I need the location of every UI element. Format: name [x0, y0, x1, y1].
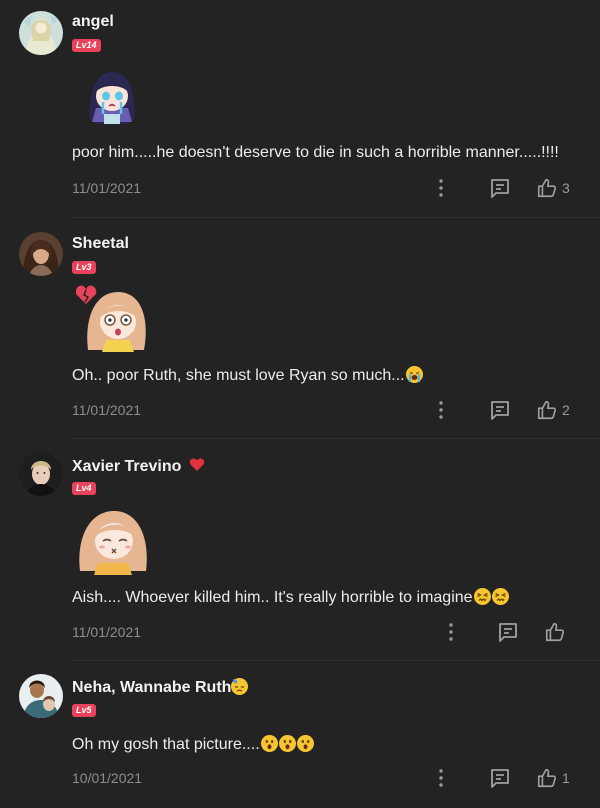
username-text: Xavier Trevino [72, 458, 182, 475]
username-text: Neha, Wannabe Ruth [72, 679, 232, 696]
reply-comment-icon[interactable] [488, 766, 512, 790]
more-options-icon[interactable] [436, 400, 446, 420]
thumbs-up-icon [545, 622, 565, 642]
comment-text-content: Oh.. poor Ruth, she must love Ryan so mu… [72, 367, 405, 384]
avatar[interactable] [19, 452, 63, 496]
like-button[interactable] [544, 620, 570, 644]
thumbs-up-icon [537, 178, 557, 198]
level-badge: Lv14 [72, 39, 101, 52]
like-button[interactable]: 3 [536, 176, 570, 200]
thumbs-up-icon [537, 768, 557, 788]
hushed-face-emoji [278, 735, 296, 752]
comment-date: 11/01/2021 [72, 624, 142, 640]
sticker-crying-girl [76, 58, 148, 130]
comment-date: 11/01/2021 [72, 180, 142, 196]
level-badge: Lv5 [72, 704, 96, 717]
avatar[interactable] [19, 232, 63, 276]
username[interactable]: angel [72, 13, 114, 31]
heart-icon [189, 458, 204, 471]
crying-face-emoji [405, 366, 423, 383]
comment-item: angel Lv14 poor him.....he doesn't deser… [0, 0, 600, 218]
like-button[interactable]: 2 [536, 398, 570, 422]
more-options-icon[interactable] [446, 622, 456, 642]
thumbs-up-icon [537, 400, 557, 420]
comment-text: poor him.....he doesn't deserve to die i… [72, 144, 559, 161]
comment-text-content: Oh my gosh that picture.... [72, 736, 260, 753]
comment-text: Oh my gosh that picture.... [72, 735, 314, 754]
avatar[interactable] [19, 674, 63, 718]
username[interactable]: Neha, Wannabe Ruth [72, 678, 249, 697]
hushed-face-emoji [260, 735, 278, 752]
more-options-icon[interactable] [436, 178, 446, 198]
hushed-face-emoji [296, 735, 314, 752]
like-count: 3 [562, 180, 570, 196]
comment-date: 10/01/2021 [72, 770, 143, 786]
avatar[interactable] [19, 11, 63, 55]
level-badge: Lv3 [72, 261, 96, 274]
comment-item: Xavier Trevino Lv4 Aish.... Whoever kill… [0, 439, 600, 660]
sticker-confused-girl [76, 501, 148, 575]
comment-item: Sheetal Lv3 Oh.. poor Ruth, she must lov… [0, 218, 600, 438]
reply-comment-icon[interactable] [488, 398, 512, 422]
comment-text: Oh.. poor Ruth, she must love Ryan so mu… [72, 366, 423, 385]
downcast-face-sweat-emoji [231, 678, 249, 695]
confounded-face-emoji [473, 588, 491, 605]
comment-text: Aish.... Whoever killed him.. It's reall… [72, 588, 509, 607]
comment-text-content: Aish.... Whoever killed him.. It's reall… [72, 589, 473, 606]
reply-comment-icon[interactable] [488, 176, 512, 200]
confounded-face-emoji [491, 588, 509, 605]
reply-comment-icon[interactable] [496, 620, 520, 644]
comment-item: Neha, Wannabe Ruth Lv5 Oh my gosh that p… [0, 661, 600, 808]
comment-date: 11/01/2021 [72, 402, 142, 418]
like-count: 1 [562, 770, 570, 786]
like-button[interactable]: 1 [536, 766, 570, 790]
more-options-icon[interactable] [436, 768, 446, 788]
like-count: 2 [562, 402, 570, 418]
username[interactable]: Xavier Trevino [72, 457, 205, 476]
username[interactable]: Sheetal [72, 235, 129, 253]
level-badge: Lv4 [72, 482, 96, 495]
sticker-heartbroken-girl [75, 280, 148, 352]
